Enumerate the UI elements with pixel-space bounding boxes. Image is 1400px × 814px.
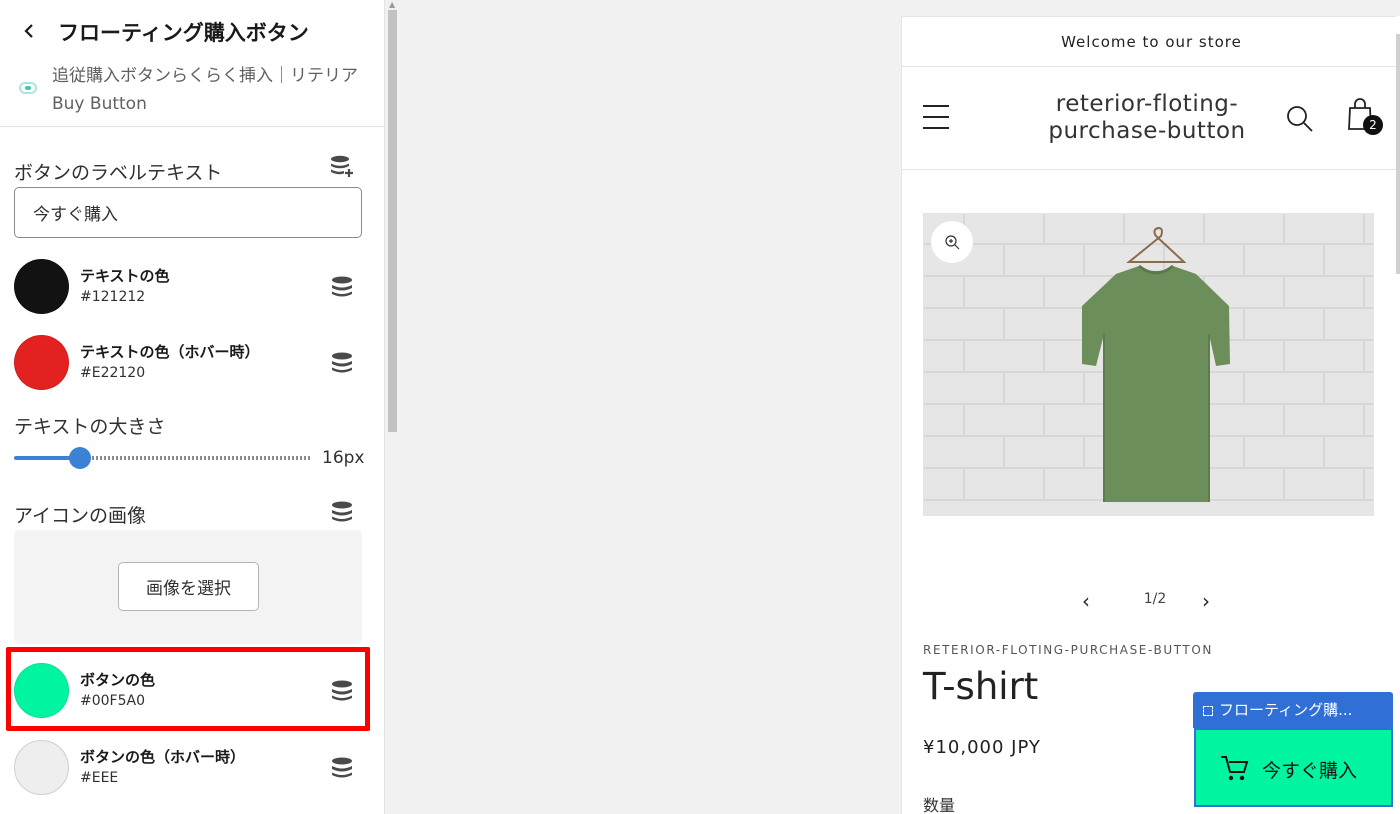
zoom-in-icon	[945, 235, 960, 250]
dynamic-source-icon[interactable]	[330, 500, 354, 524]
cart-button[interactable]: 2	[1346, 97, 1383, 135]
floating-purchase-button[interactable]: 今すぐ購入	[1194, 728, 1393, 807]
text-color-hex: #121212	[80, 289, 146, 305]
button-hover-color-setting: ボタンの色（ホバー時） #EEE	[14, 740, 370, 798]
scrollbar-thumb[interactable]	[388, 10, 397, 432]
text-size-value: 16px	[322, 448, 365, 468]
text-color-name: テキストの色	[80, 267, 170, 285]
text-hover-color-swatch[interactable]	[14, 335, 69, 390]
panel-header: フローティング購入ボタン 追従購入ボタンらくらく挿入｜リテリア Buy Butt…	[0, 0, 384, 127]
cart-count-badge: 2	[1363, 115, 1383, 135]
select-image-button[interactable]: 画像を選択	[118, 562, 259, 611]
product-price: ¥10,000 JPY	[923, 737, 1041, 758]
scroll-up-arrow-icon[interactable]: ▲	[389, 0, 395, 9]
dynamic-source-icon[interactable]	[330, 756, 354, 780]
button-hover-color-swatch[interactable]	[14, 740, 69, 795]
chevron-left-icon	[24, 24, 33, 38]
cart-icon	[1221, 756, 1249, 781]
button-hover-color-hex: #EEE	[80, 770, 119, 786]
text-hover-color-name: テキストの色（ホバー時）	[80, 343, 260, 361]
dynamic-source-icon[interactable]	[330, 275, 354, 299]
store-header: reterior-floting-purchase-button 2	[902, 67, 1400, 170]
tshirt-photo	[924, 214, 1373, 515]
icon-image-picker: 画像を選択	[14, 530, 362, 644]
dynamic-source-add-icon[interactable]	[330, 154, 354, 178]
search-icon[interactable]	[1286, 105, 1314, 133]
text-size-label: テキストの大きさ	[14, 416, 166, 438]
announcement-bar: Welcome to our store	[902, 17, 1400, 67]
floating-button-section-tab[interactable]: フローティング購...	[1193, 692, 1393, 728]
app-name[interactable]: 追従購入ボタンらくらく挿入｜リテリア Buy Button	[52, 62, 368, 118]
quantity-label: 数量	[923, 796, 956, 814]
image-pager: 1/2	[1143, 591, 1167, 607]
app-icon	[19, 82, 37, 94]
floating-button-label: 今すぐ購入	[1262, 760, 1358, 782]
icon-image-label: アイコンの画像	[14, 505, 147, 527]
panel-title: フローティング購入ボタン	[58, 21, 309, 45]
text-hover-color-setting: テキストの色（ホバー時） #E22120	[14, 335, 370, 393]
product-vendor: RETERIOR-FLOTING-PURCHASE-BUTTON	[923, 643, 1213, 657]
text-color-swatch[interactable]	[14, 259, 69, 314]
zoom-button[interactable]	[931, 221, 973, 263]
dynamic-source-icon[interactable]	[330, 351, 354, 375]
product-title: T-shirt	[923, 665, 1039, 708]
settings-panel: フローティング購入ボタン 追従購入ボタンらくらく挿入｜リテリア Buy Butt…	[0, 0, 384, 814]
chevron-left-icon[interactable]: ‹	[1082, 589, 1090, 613]
slider-track[interactable]	[80, 456, 310, 460]
text-color-setting: テキストの色 #121212	[14, 259, 370, 317]
button-hover-color-name: ボタンの色（ホバー時）	[80, 748, 246, 766]
preview-scrollbar-thumb[interactable]	[1396, 34, 1400, 274]
floating-tab-label: フローティング購...	[1219, 701, 1353, 719]
text-hover-color-hex: #E22120	[80, 365, 146, 381]
label-text-label: ボタンのラベルテキスト	[14, 162, 223, 184]
panel-scrollbar[interactable]: ▲	[384, 0, 400, 814]
label-text-input[interactable]	[14, 187, 362, 238]
text-size-slider-handle[interactable]	[69, 447, 91, 469]
preview-scrollbar[interactable]	[1396, 16, 1400, 814]
product-image[interactable]	[923, 213, 1374, 516]
section-select-icon	[1203, 705, 1213, 716]
store-title[interactable]: reterior-floting-purchase-button	[1032, 91, 1262, 145]
menu-icon[interactable]	[923, 105, 951, 129]
chevron-right-icon[interactable]: ›	[1202, 589, 1210, 613]
back-button[interactable]	[16, 16, 42, 46]
highlight-box	[6, 647, 370, 731]
